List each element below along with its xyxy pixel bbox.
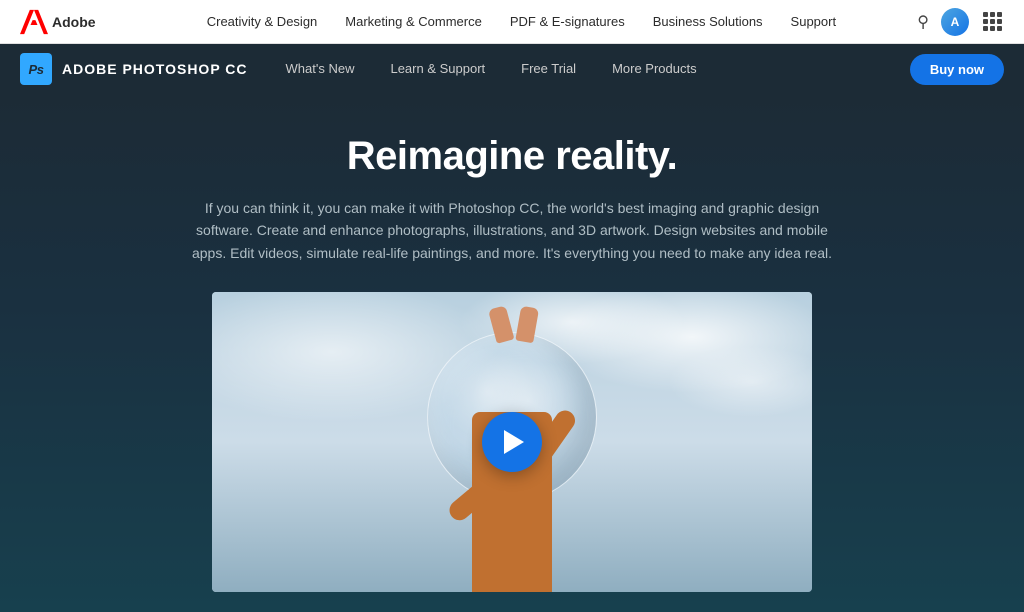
product-nav-learn-support[interactable]: Learn & Support [372,44,503,94]
product-navigation: Ps ADOBE PHOTOSHOP CC What's New Learn &… [0,44,1024,94]
hero-section: Reimagine reality. If you can think it, … [0,94,1024,612]
top-nav-right: ⚲ A [917,8,1004,36]
hero-headline: Reimagine reality. [20,134,1004,179]
nav-support[interactable]: Support [791,14,837,29]
nav-marketing[interactable]: Marketing & Commerce [345,14,482,29]
hand-right [515,306,539,344]
product-nav-free-trial[interactable]: Free Trial [503,44,594,94]
top-navigation: Adobe Creativity & Design Marketing & Co… [0,0,1024,44]
product-nav-more-products[interactable]: More Products [594,44,715,94]
hero-description: If you can think it, you can make it wit… [182,197,842,264]
play-triangle-icon [504,430,524,454]
adobe-brand-text: Adobe [52,14,96,30]
ps-product-name: ADOBE PHOTOSHOP CC [62,61,248,77]
product-nav-whats-new[interactable]: What's New [268,44,373,94]
hands [492,307,536,342]
hand-left [488,305,514,343]
product-nav-links: What's New Learn & Support Free Trial Mo… [268,44,910,94]
ps-logo-wrap: Ps ADOBE PHOTOSHOP CC [20,53,248,85]
top-nav-links: Creativity & Design Marketing & Commerce… [126,14,918,29]
buy-now-button[interactable]: Buy now [910,54,1004,85]
nav-business[interactable]: Business Solutions [653,14,763,29]
avatar[interactable]: A [941,8,969,36]
nav-pdf[interactable]: PDF & E-signatures [510,14,625,29]
nav-creativity[interactable]: Creativity & Design [207,14,318,29]
adobe-logo[interactable]: Adobe [20,8,96,36]
apps-grid-icon[interactable] [981,10,1004,33]
video-area[interactable] [212,292,812,592]
play-button[interactable] [482,412,542,472]
ps-icon: Ps [20,53,52,85]
search-icon[interactable]: ⚲ [917,12,929,32]
